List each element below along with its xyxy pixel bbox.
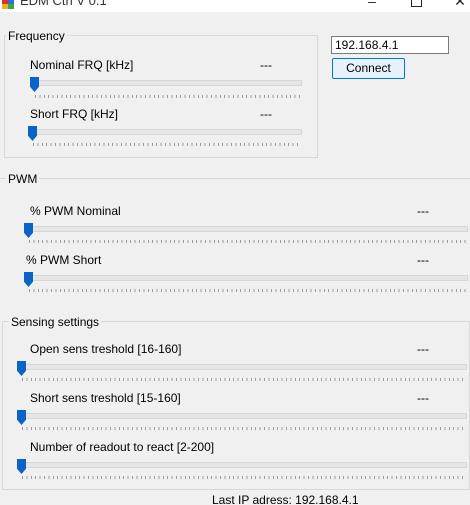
slider-track: [17, 413, 467, 419]
pwm-nominal-value: ---: [417, 204, 429, 218]
short-sens-label: Short sens treshold [15-160]: [30, 391, 181, 405]
open-sens-label: Open sens treshold [16-160]: [30, 342, 182, 356]
slider-track: [24, 275, 468, 281]
short-frq-label: Short FRQ [kHz]: [30, 107, 119, 121]
slider-track: [17, 364, 467, 370]
readout-react-label: Number of readout to react [2-200]: [30, 440, 215, 454]
close-icon: ✕: [454, 0, 466, 9]
maximize-icon: [410, 0, 422, 7]
title-bar[interactable]: EDM Ctrl V 0.1 – ✕: [0, 0, 470, 12]
maximize-button[interactable]: [396, 0, 436, 12]
last-ip-status: Last IP adress: 192.168.4.1: [212, 493, 359, 505]
nominal-frq-label: Nominal FRQ [kHz]: [30, 58, 134, 72]
pwm-nominal-label: % PWM Nominal: [30, 204, 121, 218]
slider-track: [30, 80, 302, 86]
sensing-group-title: Sensing settings: [9, 315, 102, 329]
slider-ticks: [35, 95, 301, 98]
minimize-icon: –: [368, 0, 376, 9]
slider-track: [28, 129, 302, 135]
frequency-group-title: Frequency: [6, 29, 67, 43]
slider-ticks: [22, 476, 466, 479]
ip-address-input[interactable]: [331, 36, 449, 54]
minimize-button[interactable]: –: [352, 0, 392, 12]
app-icon: [2, 0, 14, 9]
slider-ticks: [33, 143, 301, 146]
app-window: EDM Ctrl V 0.1 – ✕ Frequency Nominal FRQ…: [0, 0, 470, 505]
pwm-short-value: ---: [417, 253, 429, 267]
slider-track: [24, 226, 468, 232]
window-title: EDM Ctrl V 0.1: [20, 0, 107, 8]
slider-ticks: [29, 240, 467, 243]
slider-ticks: [29, 289, 467, 292]
slider-ticks: [22, 378, 466, 381]
slider-track: [17, 462, 467, 468]
short-frq-value: ---: [260, 107, 272, 121]
pwm-short-label: % PWM Short: [26, 253, 102, 267]
slider-ticks: [22, 427, 466, 430]
close-button[interactable]: ✕: [440, 0, 470, 12]
nominal-frq-value: ---: [260, 58, 272, 72]
open-sens-value: ---: [417, 342, 429, 356]
pwm-group-title: PWM: [6, 172, 40, 186]
short-sens-value: ---: [417, 391, 429, 405]
connect-button[interactable]: Connect: [332, 58, 405, 79]
